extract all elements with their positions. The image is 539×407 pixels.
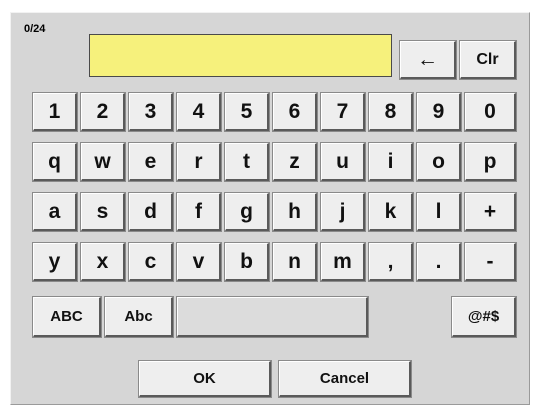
key-z[interactable]: z xyxy=(273,143,317,181)
key-d[interactable]: d xyxy=(129,193,173,231)
key-2[interactable]: 2 xyxy=(81,93,125,131)
key-o[interactable]: o xyxy=(417,143,461,181)
key-8[interactable]: 8 xyxy=(369,93,413,131)
key-5[interactable]: 5 xyxy=(225,93,269,131)
key-p[interactable]: p xyxy=(465,143,516,181)
key-comma[interactable]: , xyxy=(369,243,413,281)
key-period[interactable]: . xyxy=(417,243,461,281)
symbols-button[interactable]: @#$ xyxy=(452,297,516,337)
key-i[interactable]: i xyxy=(369,143,413,181)
key-g[interactable]: g xyxy=(225,193,269,231)
key-e[interactable]: e xyxy=(129,143,173,181)
key-v[interactable]: v xyxy=(177,243,221,281)
backspace-button[interactable]: ← xyxy=(400,41,456,79)
key-h[interactable]: h xyxy=(273,193,317,231)
key-t[interactable]: t xyxy=(225,143,269,181)
caps-button[interactable]: ABC xyxy=(33,297,101,337)
character-counter: 0/24 xyxy=(24,23,46,35)
key-3[interactable]: 3 xyxy=(129,93,173,131)
key-y[interactable]: y xyxy=(33,243,77,281)
key-plus[interactable]: + xyxy=(465,193,516,231)
key-1[interactable]: 1 xyxy=(33,93,77,131)
key-9[interactable]: 9 xyxy=(417,93,461,131)
key-x[interactable]: x xyxy=(81,243,125,281)
key-m[interactable]: m xyxy=(321,243,365,281)
key-7[interactable]: 7 xyxy=(321,93,365,131)
key-u[interactable]: u xyxy=(321,143,365,181)
key-a[interactable]: a xyxy=(33,193,77,231)
key-q[interactable]: q xyxy=(33,143,77,181)
text-input-field[interactable] xyxy=(89,34,392,77)
shift-button[interactable]: Abc xyxy=(105,297,173,337)
key-j[interactable]: j xyxy=(321,193,365,231)
key-w[interactable]: w xyxy=(81,143,125,181)
key-4[interactable]: 4 xyxy=(177,93,221,131)
cancel-button[interactable]: Cancel xyxy=(279,361,411,397)
arrow-left-icon: ← xyxy=(417,47,438,71)
ok-button[interactable]: OK xyxy=(139,361,271,397)
key-r[interactable]: r xyxy=(177,143,221,181)
key-minus[interactable]: - xyxy=(465,243,516,281)
key-k[interactable]: k xyxy=(369,193,413,231)
space-bar[interactable] xyxy=(177,297,368,337)
clear-button[interactable]: Clr xyxy=(460,41,516,79)
key-l[interactable]: l xyxy=(417,193,461,231)
key-6[interactable]: 6 xyxy=(273,93,317,131)
key-f[interactable]: f xyxy=(177,193,221,231)
key-c[interactable]: c xyxy=(129,243,173,281)
key-b[interactable]: b xyxy=(225,243,269,281)
key-n[interactable]: n xyxy=(273,243,317,281)
key-0[interactable]: 0 xyxy=(465,93,516,131)
key-s[interactable]: s xyxy=(81,193,125,231)
